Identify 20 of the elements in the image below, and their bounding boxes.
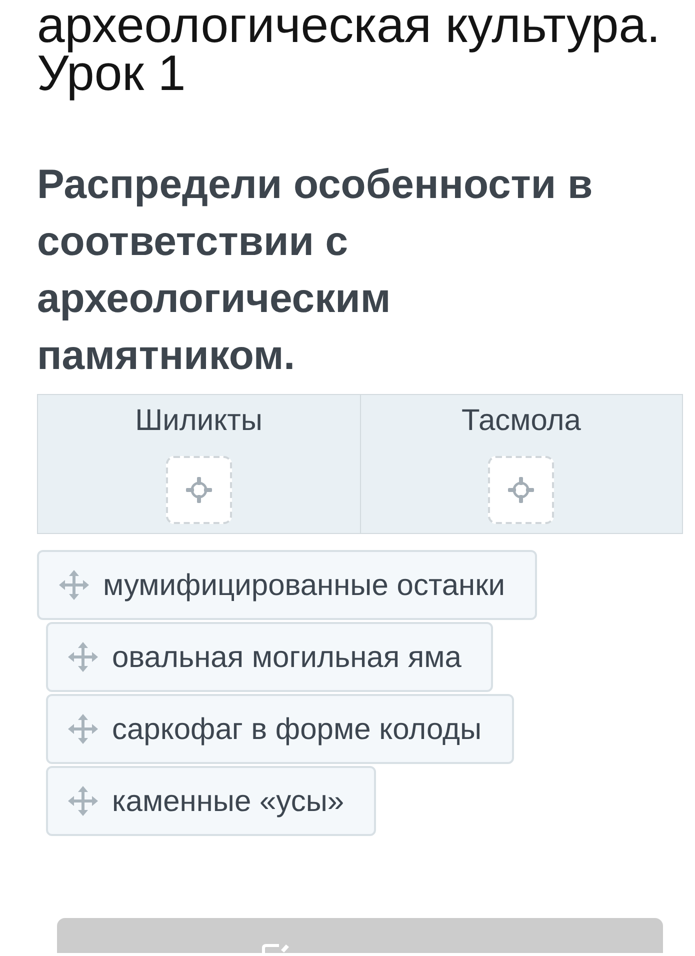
item-label: мумифицированные останки [103, 568, 505, 604]
draggable-answer-item[interactable]: мумифицированные останки [37, 550, 537, 620]
move-arrows-icon [68, 714, 98, 744]
crosshair-icon [186, 477, 212, 503]
task-instruction: Распредели особенности в соответствии с археологическим памятником. [37, 160, 594, 380]
column-heading: Тасмола [461, 405, 581, 437]
item-label: саркофаг в форме колоды [112, 712, 482, 748]
drop-zone[interactable] [488, 456, 554, 524]
draggable-answer-item[interactable]: каменные «усы» [46, 766, 376, 836]
item-label: каменные «усы» [112, 784, 344, 820]
draggable-answer-item[interactable]: саркофаг в форме колоды [46, 694, 514, 764]
crosshair-icon [508, 477, 534, 503]
move-arrows-icon [68, 642, 98, 672]
move-arrows-icon [68, 786, 98, 816]
draggable-answer-item[interactable]: овальная могильная яма [46, 622, 494, 692]
drop-zone[interactable] [166, 456, 232, 524]
move-arrows-icon [59, 570, 89, 600]
column-heading: Шиликты [135, 405, 262, 437]
pencil-square-icon [262, 944, 292, 953]
item-label: овальная могильная яма [112, 640, 462, 676]
